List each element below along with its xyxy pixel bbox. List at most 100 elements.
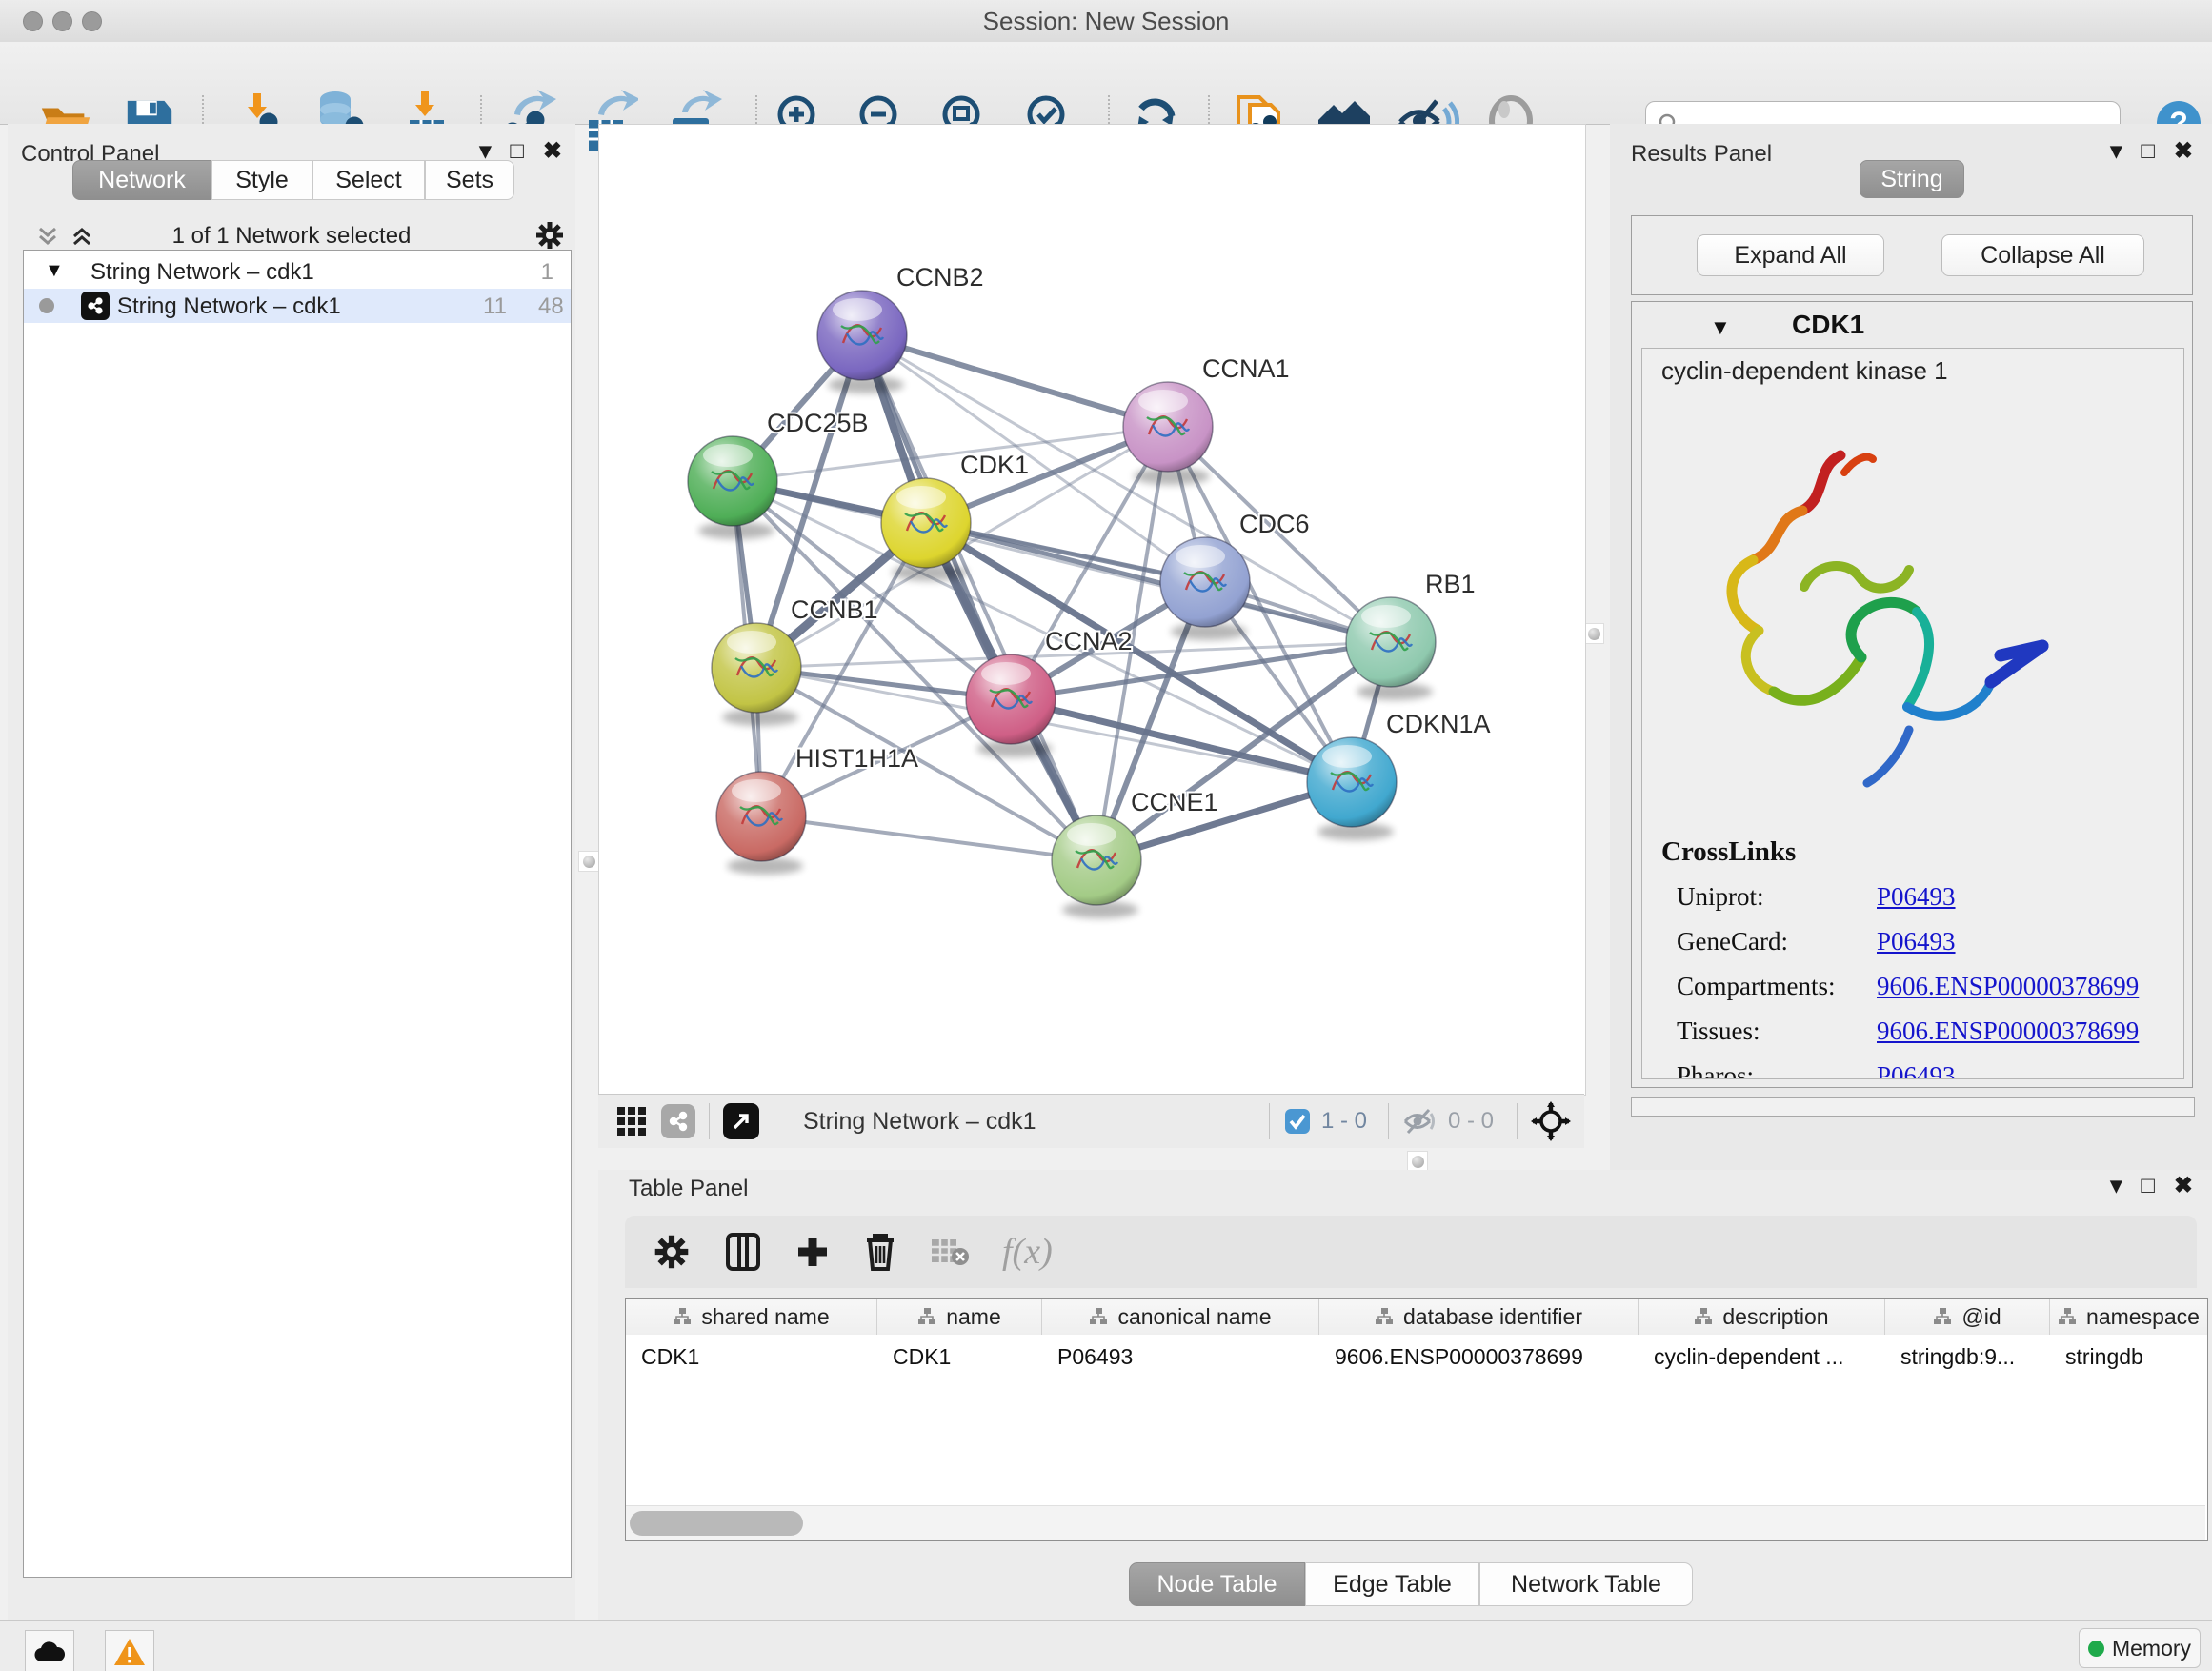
left-splitter-handle[interactable] [578,851,599,872]
column-header-database-identifier[interactable]: database identifier [1319,1299,1639,1335]
panel-float-icon[interactable]: □ [2141,138,2155,164]
selected-checkbox-icon[interactable] [1283,1107,1312,1136]
node-description: cyclin-dependent kinase 1 [1661,356,1948,386]
network-node-ccnb2[interactable]: CCNB2 [817,263,984,393]
column-type-icon [917,1307,936,1326]
node-label: CDKN1A [1386,710,1491,738]
network-node-ccnb1[interactable]: CCNB1 [712,595,878,726]
table-panel: Table Panel ▾□✖ f(x) shared name name ca… [598,1170,2212,1620]
column-header-description[interactable]: description [1639,1299,1885,1335]
crosslink-row: Tissues:9606.ENSP00000378699 [1677,1009,2172,1054]
cloud-button[interactable] [25,1630,74,1671]
panel-menu-icon[interactable]: ▾ [2110,138,2122,164]
column-header-shared-name[interactable]: shared name [626,1299,877,1335]
expand-all-button[interactable]: Expand All [1697,234,1884,276]
column-header-name[interactable]: name [877,1299,1042,1335]
add-column-icon[interactable] [794,1234,831,1270]
tab-style[interactable]: Style [211,160,312,200]
column-type-icon [1089,1307,1108,1326]
grid-view-icon[interactable] [615,1105,648,1137]
tab-network-table[interactable]: Network Table [1479,1562,1693,1606]
node-label: CDC6 [1239,510,1310,538]
collapse-all-button[interactable]: Collapse All [1941,234,2144,276]
show-columns-icon[interactable] [724,1231,762,1273]
table-horizontal-scrollbar[interactable] [626,1505,2205,1540]
results-panel-window-icons: ▾ □ ✖ [2091,137,2193,165]
cell-shared-name: CDK1 [626,1335,877,1370]
column-type-icon [1375,1307,1394,1326]
crosslink-label: Tissues: [1677,1009,1877,1054]
panel-close-icon[interactable]: ✖ [2174,138,2193,164]
delete-column-icon[interactable] [863,1231,897,1273]
crosslink-value-link[interactable]: P06493 [1877,882,1956,911]
tab-edge-table[interactable]: Edge Table [1305,1562,1479,1606]
tab-node-table[interactable]: Node Table [1129,1562,1305,1606]
tab-network[interactable]: Network [72,160,211,200]
network-node-ccne1[interactable]: CCNE1 [1052,788,1218,918]
table-toolbar: f(x) [625,1216,2197,1288]
crosshair-icon[interactable] [1531,1101,1571,1141]
birdseye-view-icon[interactable] [723,1103,759,1139]
network-node-hist1h1a[interactable]: HIST1H1A [716,744,918,875]
selected-counts: 1 - 0 [1321,1108,1367,1135]
window-close-button[interactable] [23,11,43,31]
column-type-icon [1933,1307,1952,1326]
hidden-eye-icon[interactable] [1402,1106,1438,1137]
tab-select[interactable]: Select [312,160,425,200]
tab-string[interactable]: String [1860,160,1964,198]
node-label: CCNA1 [1202,354,1290,383]
crosslink-value-link[interactable]: P06493 [1877,927,1956,956]
main-toolbar: ? [0,42,2212,125]
panel-menu-icon[interactable]: ▾ [2110,1173,2122,1198]
toolbar-separator [1388,1103,1389,1139]
delete-table-icon[interactable] [930,1236,970,1268]
right-splitter-handle[interactable] [1583,623,1604,644]
tree-expander-icon[interactable]: ▼ [45,260,64,282]
column-type-icon [673,1307,692,1326]
column-header-namespace[interactable]: namespace [2050,1299,2207,1335]
network-view-toolbar: String Network – cdk1 1 - 0 0 - 0 [598,1094,1584,1148]
window-title: Session: New Session [0,0,2212,42]
network-node-rb1[interactable]: RB1 [1346,570,1476,700]
cell-namespace: stringdb [2050,1335,2207,1370]
table-settings-gear-icon[interactable] [652,1232,692,1272]
table-row[interactable]: CDK1 CDK1 P06493 9606.ENSP00000378699 cy… [626,1335,2207,1370]
node-table: shared name name canonical name database… [625,1298,2208,1541]
crosslink-value-link[interactable]: P06493 [1877,1061,1956,1079]
panel-close-icon[interactable]: ✖ [2174,1173,2193,1198]
network-node-cdc25b[interactable]: CDC25B [688,409,869,539]
toolbar-separator [709,1103,710,1139]
cell-name: CDK1 [877,1335,1042,1370]
tab-sets[interactable]: Sets [425,160,514,200]
crosslink-row: GeneCard:P06493 [1677,919,2172,964]
crosslink-value-link[interactable]: 9606.ENSP00000378699 [1877,1017,2139,1045]
node-label: RB1 [1425,570,1476,598]
panel-float-icon[interactable]: □ [2141,1173,2155,1198]
network-collection-row[interactable]: ▼ String Network – cdk1 1 [24,256,571,289]
network-options-gear-icon[interactable] [533,219,566,252]
node-label: HIST1H1A [795,744,918,773]
selection-status: 1 of 1 Network selected [8,223,575,250]
section-collapse-icon[interactable]: ▼ [1710,315,1731,340]
memory-button[interactable]: Memory [2079,1628,2201,1668]
crosslink-row: Uniprot:P06493 [1677,875,2172,919]
network-row-selected[interactable]: String Network – cdk1 11 48 [24,289,571,323]
scrollbar-thumb[interactable] [630,1511,803,1536]
window-zoom-button[interactable] [82,11,102,31]
memory-label: Memory [2112,1636,2191,1661]
function-builder-icon[interactable]: f(x) [1002,1231,1053,1273]
network-view-canvas[interactable]: CCNB2CCNA1CDC25BCDK1CDC6RB1CCNB1CCNA2CDK… [598,124,1586,1096]
network-collection-count: 1 [541,259,553,286]
bottom-splitter-handle[interactable] [1407,1151,1428,1172]
network-collection-label: String Network – cdk1 [90,259,314,286]
window-minimize-button[interactable] [52,11,72,31]
warnings-button[interactable] [105,1630,154,1671]
panel-close-icon[interactable]: ✖ [543,138,562,164]
crosslink-value-link[interactable]: 9606.ENSP00000378699 [1877,972,2139,1000]
column-header-canonical-name[interactable]: canonical name [1042,1299,1319,1335]
share-view-icon[interactable] [661,1104,695,1138]
network-node-cdkn1a[interactable]: CDKN1A [1307,710,1491,840]
results-scroll-strip[interactable] [1631,1097,2195,1117]
table-header-row: shared name name canonical name database… [626,1299,2207,1335]
column-header-at-id[interactable]: @id [1885,1299,2050,1335]
